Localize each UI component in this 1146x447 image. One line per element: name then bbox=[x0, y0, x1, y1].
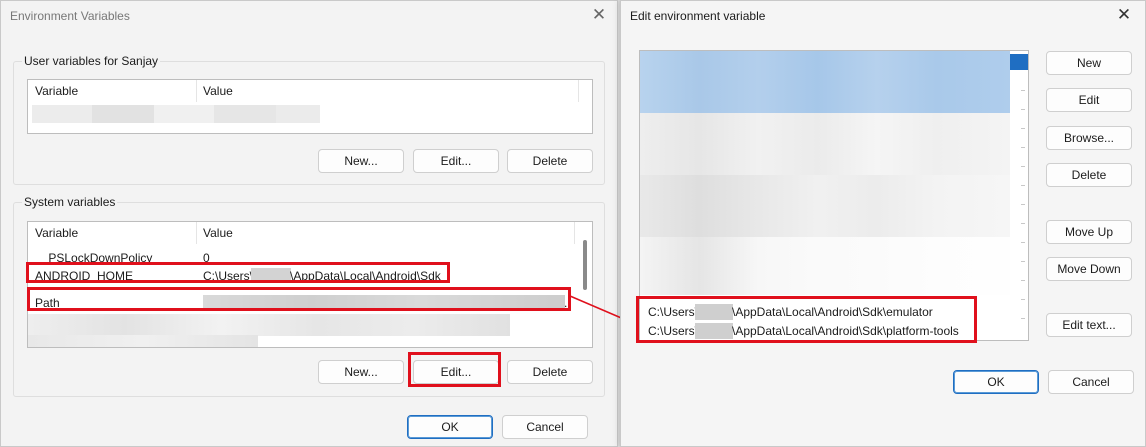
title-bar: Environment Variables ✕ bbox=[1, 1, 617, 31]
redacted-cell bbox=[276, 105, 320, 123]
redacted-cell bbox=[92, 105, 154, 123]
table-row[interactable] bbox=[28, 103, 592, 123]
system-delete-button[interactable]: Delete bbox=[507, 360, 593, 384]
column-separator bbox=[196, 80, 197, 102]
scroll-tick bbox=[1021, 299, 1025, 300]
system-variables-label: System variables bbox=[22, 195, 118, 209]
user-new-button[interactable]: New... bbox=[318, 149, 404, 173]
list-item[interactable]: C:\Users\ \AppData\Local\Android\Sdk\emu… bbox=[640, 302, 1028, 321]
system-new-button[interactable]: New... bbox=[318, 360, 404, 384]
variable-name: Path bbox=[35, 296, 60, 310]
title-bar: Edit environment variable ✕ bbox=[621, 1, 1145, 31]
table-row[interactable]: Path . bbox=[28, 293, 592, 312]
scroll-tick bbox=[1021, 261, 1025, 262]
variable-value-prefix: C:\Users\ bbox=[203, 269, 254, 283]
redacted-cell bbox=[214, 105, 276, 123]
environment-variables-dialog: Environment Variables ✕ User variables f… bbox=[0, 0, 618, 447]
scroll-tick bbox=[1021, 280, 1025, 281]
user-delete-button[interactable]: Delete bbox=[507, 149, 593, 173]
column-separator bbox=[196, 222, 197, 244]
entry-suffix: \AppData\Local\Android\Sdk\emulator bbox=[732, 305, 933, 319]
scroll-tick bbox=[1021, 166, 1025, 167]
scroll-indicator bbox=[1010, 54, 1028, 70]
scroll-tick bbox=[1021, 128, 1025, 129]
redacted-entry[interactable] bbox=[640, 175, 1010, 237]
browse-button[interactable]: Browse... bbox=[1046, 126, 1132, 150]
close-icon[interactable]: ✕ bbox=[590, 6, 608, 24]
ok-button[interactable]: OK bbox=[407, 415, 493, 439]
list-item[interactable]: C:\Users\ \AppData\Local\Android\Sdk\pla… bbox=[640, 321, 1028, 340]
column-header-value[interactable]: Value bbox=[203, 226, 233, 240]
entry-prefix: C:\Users\ bbox=[648, 305, 699, 319]
scroll-tick bbox=[1021, 204, 1025, 205]
redacted-username bbox=[695, 323, 733, 339]
system-variables-group: System variables Variable Value __PSLock… bbox=[13, 195, 605, 397]
truncation-dot: . bbox=[564, 296, 568, 310]
column-separator bbox=[578, 80, 579, 102]
scroll-tick bbox=[1021, 147, 1025, 148]
entry-suffix: \AppData\Local\Android\Sdk\platform-tool… bbox=[732, 324, 959, 338]
edit-environment-variable-dialog: Edit environment variable ✕ C:\Users\ \A… bbox=[620, 0, 1146, 447]
move-down-button[interactable]: Move Down bbox=[1046, 257, 1132, 281]
move-up-button[interactable]: Move Up bbox=[1046, 220, 1132, 244]
variable-value: 0 bbox=[203, 251, 210, 265]
redacted-entry[interactable] bbox=[640, 113, 1010, 175]
redacted-row bbox=[28, 314, 510, 336]
redacted-cell bbox=[154, 105, 214, 123]
redacted-row bbox=[28, 335, 258, 347]
user-variables-label: User variables for Sanjay bbox=[22, 54, 161, 68]
variable-name: __PSLockDownPolicy bbox=[35, 251, 153, 265]
redacted-username bbox=[251, 268, 291, 283]
dialog-title: Environment Variables bbox=[10, 9, 130, 23]
user-variables-group: User variables for Sanjay Variable Value… bbox=[13, 54, 605, 185]
column-header-variable[interactable]: Variable bbox=[35, 226, 78, 240]
column-header-value[interactable]: Value bbox=[203, 84, 233, 98]
user-variables-list[interactable]: Variable Value bbox=[27, 79, 593, 134]
redacted-entry[interactable] bbox=[640, 237, 1010, 295]
scroll-tick bbox=[1021, 90, 1025, 91]
system-edit-button[interactable]: Edit... bbox=[413, 360, 499, 384]
list-header: Variable Value bbox=[28, 222, 592, 244]
redacted-path-value bbox=[203, 295, 565, 309]
edit-entry-button[interactable]: Edit bbox=[1046, 88, 1132, 112]
list-header: Variable Value bbox=[28, 80, 592, 102]
redacted-cell bbox=[32, 105, 92, 123]
edit-text-button[interactable]: Edit text... bbox=[1046, 313, 1132, 337]
scrollbar-thumb[interactable] bbox=[583, 240, 587, 290]
scroll-tick bbox=[1021, 185, 1025, 186]
dialog-title: Edit environment variable bbox=[630, 9, 766, 23]
table-row[interactable]: ANDROID_HOME C:\Users\ \AppData\Local\An… bbox=[28, 266, 592, 285]
path-entries-list[interactable]: C:\Users\ \AppData\Local\Android\Sdk\emu… bbox=[639, 50, 1029, 341]
close-icon[interactable]: ✕ bbox=[1115, 6, 1133, 24]
variable-name: ANDROID_HOME bbox=[35, 269, 134, 283]
scroll-tick bbox=[1021, 242, 1025, 243]
table-row[interactable]: __PSLockDownPolicy 0 bbox=[28, 248, 592, 267]
entry-prefix: C:\Users\ bbox=[648, 324, 699, 338]
column-separator bbox=[574, 222, 575, 244]
redacted-username bbox=[695, 304, 733, 320]
selected-redacted-entry[interactable] bbox=[640, 51, 1010, 113]
column-header-variable[interactable]: Variable bbox=[35, 84, 78, 98]
delete-entry-button[interactable]: Delete bbox=[1046, 163, 1132, 187]
system-variables-list[interactable]: Variable Value __PSLockDownPolicy 0 ANDR… bbox=[27, 221, 593, 348]
user-edit-button[interactable]: Edit... bbox=[413, 149, 499, 173]
scroll-tick bbox=[1021, 223, 1025, 224]
ok-button[interactable]: OK bbox=[953, 370, 1039, 394]
cancel-button[interactable]: Cancel bbox=[1048, 370, 1134, 394]
variable-value-suffix: \AppData\Local\Android\Sdk bbox=[290, 269, 441, 283]
cancel-button[interactable]: Cancel bbox=[502, 415, 588, 439]
scroll-tick bbox=[1021, 109, 1025, 110]
new-entry-button[interactable]: New bbox=[1046, 51, 1132, 75]
